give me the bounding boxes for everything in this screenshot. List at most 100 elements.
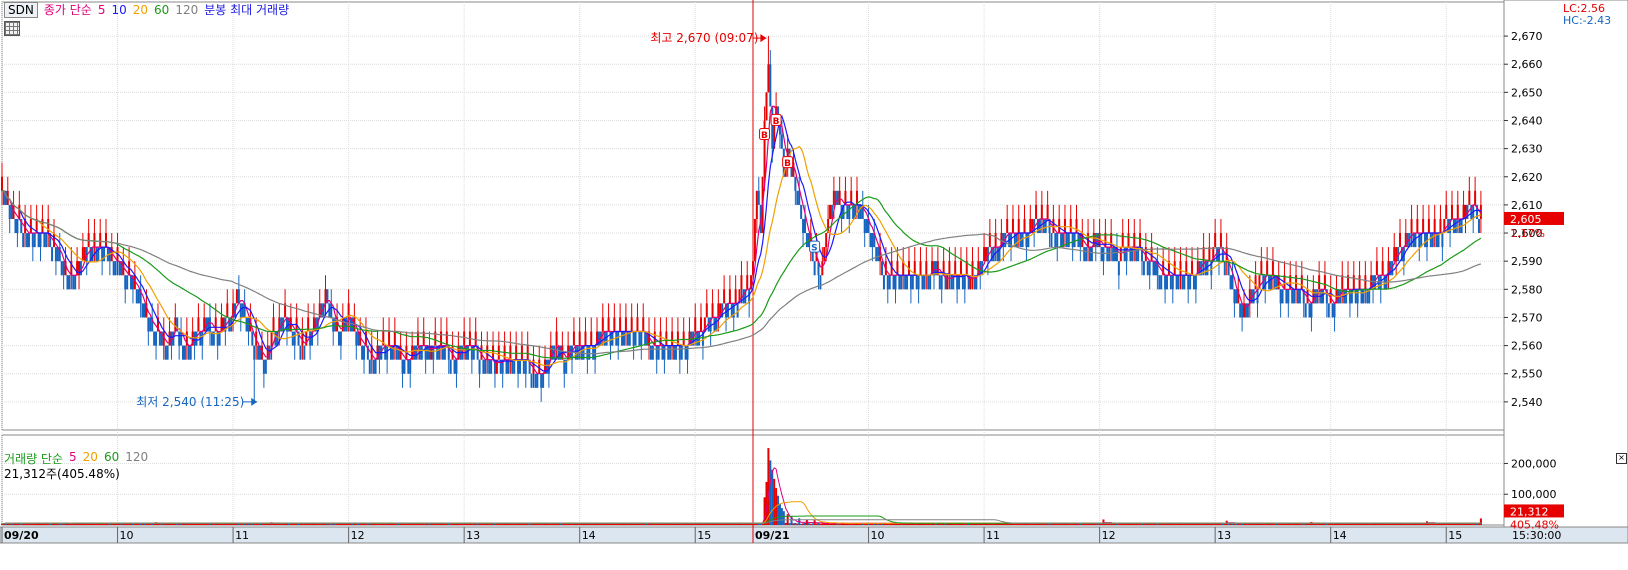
volume-bar	[1243, 523, 1246, 525]
volume-bar	[1204, 523, 1207, 525]
volume-bars-group	[1, 448, 1482, 525]
candle-body	[936, 261, 939, 276]
candle-body	[432, 345, 435, 360]
candle-body	[663, 345, 666, 360]
last-pct-label: 1.17%	[1510, 227, 1545, 240]
candle-body	[361, 345, 364, 360]
candle-body	[909, 275, 912, 290]
volume-bar	[1262, 523, 1265, 525]
volume-bar	[1474, 523, 1477, 525]
volume-bar	[1117, 523, 1120, 525]
candle-body	[1067, 233, 1070, 248]
candle-body	[153, 331, 156, 346]
candle-body	[1117, 261, 1120, 276]
time-tick-label: 13	[466, 529, 480, 542]
candle-body	[1171, 275, 1174, 290]
candle-body	[513, 359, 516, 374]
candle-body	[642, 317, 645, 332]
volume-bar	[106, 523, 109, 525]
candle-body	[1152, 261, 1155, 276]
volume-bar	[116, 523, 119, 525]
volume-bar	[983, 523, 986, 525]
price-tick-label: 2,560	[1511, 340, 1543, 353]
volume-bar	[857, 523, 860, 525]
candle-body	[374, 359, 377, 374]
volume-bar	[607, 523, 610, 525]
candle-body	[168, 331, 171, 346]
volume-bar	[815, 523, 818, 525]
candle-body	[613, 317, 616, 332]
candle-body	[636, 317, 639, 332]
candle-body	[927, 275, 930, 290]
candle-body	[950, 275, 953, 290]
candle-body	[1189, 275, 1192, 290]
candle-body	[1279, 289, 1282, 304]
candle-body	[183, 345, 186, 360]
symbol-badge[interactable]: SDN	[4, 1, 38, 18]
candle-body	[649, 345, 652, 360]
candle-body	[438, 345, 441, 360]
volume-bar	[1348, 523, 1351, 525]
candle-body	[684, 345, 687, 360]
hc-label: HC:-2.43	[1563, 14, 1612, 27]
max-volume-legend: 분봉 최대 거래량	[204, 3, 290, 17]
candle-body	[1181, 275, 1184, 290]
candle-body	[262, 359, 265, 374]
price-tick-label: 2,590	[1511, 255, 1543, 268]
candle-body	[1341, 275, 1344, 290]
close-icon[interactable]: ×	[1616, 453, 1627, 464]
candle-body	[898, 275, 901, 290]
candle-body	[118, 261, 121, 276]
ma120-legend: 120	[175, 2, 199, 17]
candle-body	[103, 247, 106, 262]
volume-bar	[309, 523, 312, 525]
volume-bar	[415, 523, 418, 525]
ma5-line	[2, 105, 1482, 375]
candle-body	[1333, 303, 1336, 318]
candle-body	[1154, 261, 1157, 276]
candle-body	[946, 275, 949, 290]
candle-body	[66, 275, 69, 290]
candle-body	[182, 345, 185, 360]
candle-body	[305, 331, 308, 346]
candle-body	[1158, 275, 1161, 290]
candle-body	[124, 275, 127, 290]
candle-body	[1106, 247, 1109, 262]
price-tick-label: 2,550	[1511, 368, 1543, 381]
volume-bar	[694, 523, 697, 525]
candle-body	[1331, 303, 1334, 318]
volume-bar	[1194, 523, 1197, 525]
candle-body	[621, 331, 624, 346]
candle-body	[630, 317, 633, 332]
volume-bar	[1320, 523, 1323, 525]
candle-body	[99, 233, 102, 248]
time-tick-label: 10	[871, 529, 885, 542]
candle-body	[1268, 275, 1271, 290]
candle-body	[959, 261, 962, 276]
candle-body	[303, 345, 306, 360]
grid-icon[interactable]	[4, 21, 20, 36]
volume-bar	[1416, 523, 1419, 525]
candle-body	[1191, 261, 1194, 276]
candle-body	[47, 218, 50, 234]
candle-body	[1146, 261, 1149, 276]
volume-bar	[193, 523, 196, 525]
time-tick-label: 14	[582, 529, 596, 542]
volume-ma120-line	[1, 519, 1481, 525]
candle-body	[917, 275, 920, 290]
candle-body	[1452, 218, 1455, 234]
volume-bar	[636, 523, 639, 525]
candle-body	[1164, 275, 1167, 290]
candle-body	[416, 331, 419, 346]
volume-bar	[1479, 518, 1482, 525]
candle-body	[1323, 275, 1326, 290]
candle-body	[1431, 233, 1434, 248]
volume-bar	[1088, 523, 1091, 525]
candle-body	[1054, 233, 1057, 248]
candle-body	[996, 247, 999, 262]
volume-bar	[796, 523, 799, 525]
volume-bar	[386, 523, 389, 525]
candle-body	[1269, 275, 1272, 290]
candle-body	[1362, 289, 1365, 304]
volume-bar	[800, 523, 803, 525]
